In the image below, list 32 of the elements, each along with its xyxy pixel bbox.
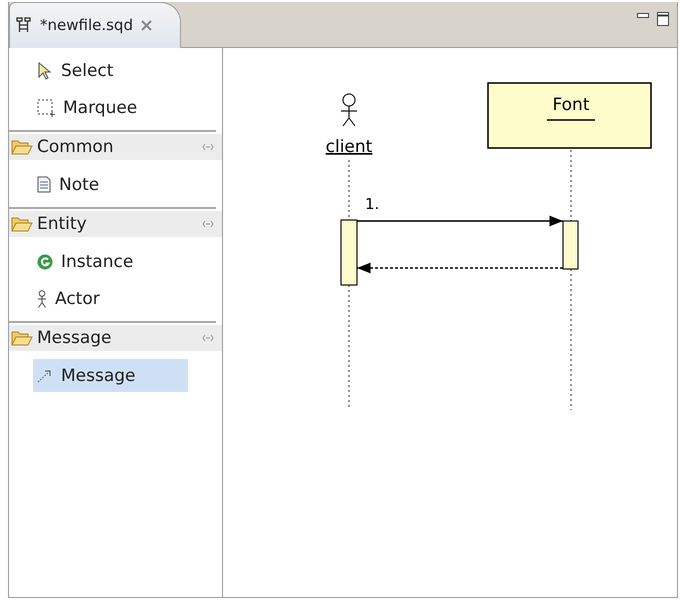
palette-tool[interactable]: Marquee [33, 91, 188, 124]
palette-item[interactable]: Message [33, 359, 188, 392]
actor-name: client [326, 137, 372, 157]
instance-icon [37, 254, 53, 270]
palette-item[interactable]: Instance [33, 245, 188, 278]
diagram-icon [16, 17, 32, 33]
actor-icon [37, 290, 47, 308]
palette-item[interactable]: Note [33, 168, 188, 201]
minimize-icon[interactable] [637, 12, 649, 20]
editor-tab[interactable]: *newfile.sqd [9, 2, 181, 48]
folder-icon [11, 139, 33, 155]
palette-tool[interactable]: Select [33, 54, 188, 87]
message-label: 1. [365, 195, 380, 213]
pin-icon[interactable] [202, 334, 214, 342]
actor-figure [340, 94, 358, 126]
activation-bar [340, 220, 358, 286]
palette-drawer-header[interactable]: Entity [9, 211, 222, 237]
activation-bar [562, 220, 578, 270]
pin-icon[interactable] [202, 220, 214, 228]
close-icon[interactable] [140, 20, 152, 30]
palette-drawer-header[interactable]: Message [9, 325, 222, 351]
maximize-icon[interactable] [657, 12, 669, 26]
folder-icon [11, 216, 33, 232]
marquee-icon [37, 98, 55, 116]
message-icon [37, 368, 53, 382]
palette-item[interactable]: Actor [33, 282, 188, 315]
palette-drawer-header[interactable]: Common [9, 134, 222, 160]
object-name: Font [552, 95, 590, 115]
pin-icon[interactable] [202, 143, 214, 151]
note-icon [37, 176, 51, 193]
folder-icon [11, 330, 33, 346]
pointer-icon [37, 62, 53, 80]
